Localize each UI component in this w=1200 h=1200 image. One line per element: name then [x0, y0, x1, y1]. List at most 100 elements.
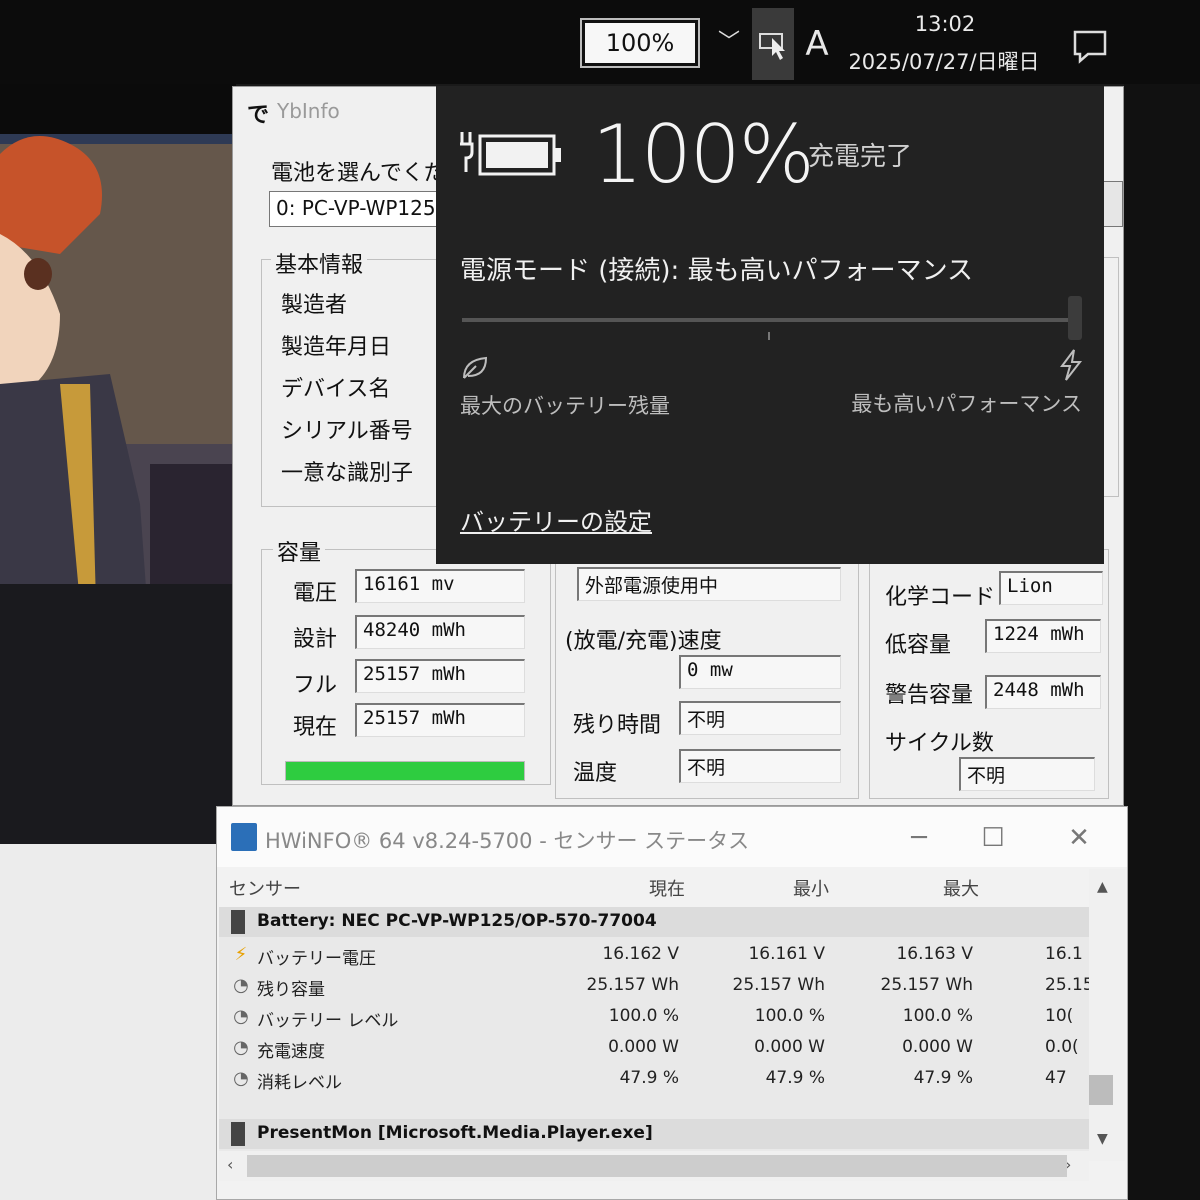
basic-info-item: 製造者 — [281, 293, 348, 318]
basic-info-item: 一意な識別子 — [281, 461, 414, 486]
sensor-min: 47.9 % — [765, 1068, 825, 1088]
desktop-edge — [1124, 84, 1200, 1200]
close-icon[interactable]: ✕ — [1059, 821, 1099, 855]
battery-plug-icon — [458, 122, 568, 182]
sensor-average: 25.15 — [1045, 975, 1089, 995]
sensor-group-label: PresentMon [Microsoft.Media.Player.exe] — [257, 1123, 653, 1143]
basic-info-legend: 基本情報 — [271, 247, 368, 279]
leaf-icon — [460, 354, 490, 382]
chevron-down-icon[interactable]: ﹀ — [714, 26, 744, 60]
scroll-down-icon[interactable]: ▼ — [1097, 1131, 1108, 1147]
sensor-current: 16.162 V — [602, 944, 679, 964]
battery-select-dropdown-button[interactable] — [1101, 181, 1123, 227]
hwinfo-titlebar[interactable]: HWiNFO® 64 v8.24-5700 - センサー ステータス ─ ☐ ✕ — [217, 807, 1127, 867]
capacity-legend: 容量 — [273, 535, 326, 567]
scroll-up-icon[interactable]: ▲ — [1097, 879, 1108, 895]
battery-flyout[interactable]: 100% 充電完了 電源モード (接続): 最も高いパフォーマンス 最大のバッテ… — [436, 86, 1104, 564]
power-mode-label: 電源モード (接続): 最も高いパフォーマンス — [460, 256, 974, 286]
sensor-name: バッテリー電圧 — [257, 949, 376, 969]
table-row[interactable]: ◔ バッテリー レベル 100.0 % 100.0 % 100.0 % 10( — [219, 1001, 1089, 1032]
rate-field[interactable]: 0 mw — [679, 655, 841, 689]
ime-indicator[interactable]: A — [800, 22, 834, 66]
power-mode-slider[interactable] — [462, 318, 1076, 322]
voltage-field[interactable]: 16161 mv — [355, 569, 525, 603]
gauge-icon: ◔ — [233, 1068, 249, 1089]
design-capacity-field[interactable]: 48240 mWh — [355, 615, 525, 649]
full-capacity-label: フル — [293, 673, 338, 698]
sensor-average: 10( — [1045, 1006, 1074, 1026]
table-row[interactable]: ◔ 充電速度 0.000 W 0.000 W 0.000 W 0.0( — [219, 1032, 1089, 1063]
low-capacity-label: 低容量 — [885, 633, 952, 658]
sensor-min: 0.000 W — [754, 1037, 825, 1057]
table-row[interactable]: ⚡ バッテリー電圧 16.162 V 16.161 V 16.163 V 16.1 — [219, 939, 1089, 970]
chem-code-label: 化学コード — [885, 585, 996, 610]
cycle-count-label: サイクル数 — [885, 731, 994, 756]
sensor-average: 0.0( — [1045, 1037, 1079, 1057]
vertical-scrollbar-thumb[interactable] — [1089, 1075, 1113, 1105]
basic-info-item: 製造年月日 — [281, 335, 392, 360]
zoom-value: 100% — [605, 29, 675, 57]
sensor-current: 100.0 % — [608, 1006, 679, 1026]
sensor-name: 充電速度 — [257, 1042, 325, 1062]
battery-select-label: 電池を選んでくだ — [271, 161, 441, 186]
sensor-name: 消耗レベル — [257, 1073, 342, 1093]
presentmon-group-icon — [231, 1122, 245, 1146]
sensor-current: 0.000 W — [608, 1037, 679, 1057]
low-capacity-field[interactable]: 1224 mWh — [985, 619, 1101, 653]
basic-info-item: デバイス名 — [281, 377, 391, 402]
full-capacity-field[interactable]: 25157 mWh — [355, 659, 525, 693]
column-max[interactable]: 最大 — [943, 875, 979, 901]
power-source-field[interactable]: 外部電源使用中 — [577, 567, 841, 601]
column-current[interactable]: 現在 — [649, 875, 685, 901]
sensor-min: 25.157 Wh — [732, 975, 825, 995]
sensor-max: 100.0 % — [902, 1006, 973, 1026]
temperature-field[interactable]: 不明 — [679, 749, 841, 783]
vertical-scrollbar[interactable]: ▲ ▼ — [1089, 869, 1125, 1161]
column-sensor[interactable]: センサー — [229, 875, 301, 901]
power-mode-slider-thumb[interactable] — [1068, 296, 1082, 340]
cycle-count-field[interactable]: 不明 — [959, 757, 1095, 791]
current-capacity-label: 現在 — [293, 715, 338, 740]
column-min[interactable]: 最小 — [793, 875, 829, 901]
desktop-wallpaper — [0, 84, 236, 844]
battery-percent: 100% — [592, 108, 815, 201]
taskbar: 100% ﹀ A 13:02 2025/07/27/日曜日 — [0, 0, 1200, 84]
max-battery-label: 最大のバッテリー残量 — [460, 394, 670, 418]
basic-info-item: シリアル番号 — [281, 419, 413, 444]
tray-pointer-icon[interactable] — [752, 8, 794, 80]
sensor-current: 25.157 Wh — [586, 975, 679, 995]
voltage-label: 電圧 — [293, 581, 338, 606]
bolt-icon: ⚡ — [234, 944, 248, 965]
sensor-min: 100.0 % — [754, 1006, 825, 1026]
wallpaper-letterbox — [0, 84, 236, 134]
scroll-left-icon[interactable]: ‹ — [227, 1155, 233, 1174]
clock-time[interactable]: 13:02 — [850, 12, 1040, 36]
zoom-indicator[interactable]: 100% — [580, 18, 700, 68]
clock-date[interactable]: 2025/07/27/日曜日 — [846, 46, 1042, 76]
horizontal-scrollbar-thumb[interactable] — [247, 1155, 1067, 1177]
sensor-table[interactable]: Battery: NEC PC-VP-WP125/OP-570-77004 ⚡ バ… — [219, 907, 1089, 1161]
chem-code-field[interactable]: Lion — [999, 571, 1103, 605]
minimize-icon[interactable]: ─ — [899, 821, 939, 855]
power-mode-slider-tick — [768, 332, 770, 340]
remaining-time-field[interactable]: 不明 — [679, 701, 841, 735]
rate-label: (放電/充電)速度 — [565, 629, 722, 654]
maximize-icon[interactable]: ☐ — [973, 821, 1013, 855]
hwinfo-app-icon — [231, 823, 257, 851]
best-performance-label: 最も高いパフォーマンス — [851, 392, 1082, 416]
bolt-icon — [1056, 348, 1084, 382]
table-row[interactable]: ◔ 消耗レベル 47.9 % 47.9 % 47.9 % 47 — [219, 1063, 1089, 1094]
sensor-group-battery[interactable]: Battery: NEC PC-VP-WP125/OP-570-77004 — [219, 907, 1089, 937]
warning-capacity-field[interactable]: 2448 mWh — [985, 675, 1101, 709]
hwinfo-window[interactable]: HWiNFO® 64 v8.24-5700 - センサー ステータス ─ ☐ ✕… — [216, 806, 1128, 1200]
notification-icon[interactable] — [1070, 28, 1110, 64]
battery-settings-link[interactable]: バッテリーの設定 — [460, 502, 652, 537]
sensor-average: 16.1 — [1045, 944, 1083, 964]
remaining-time-label: 残り時間 — [573, 713, 662, 738]
window-title: YbInfo — [277, 99, 340, 123]
charge-status: 充電完了 — [808, 142, 913, 172]
ybinfo-logo: で — [247, 103, 270, 128]
table-row[interactable]: ◔ 残り容量 25.157 Wh 25.157 Wh 25.157 Wh 25.15 — [219, 970, 1089, 1001]
current-capacity-field[interactable]: 25157 mWh — [355, 703, 525, 737]
sensor-group-presentmon[interactable]: PresentMon [Microsoft.Media.Player.exe] — [219, 1119, 1089, 1149]
